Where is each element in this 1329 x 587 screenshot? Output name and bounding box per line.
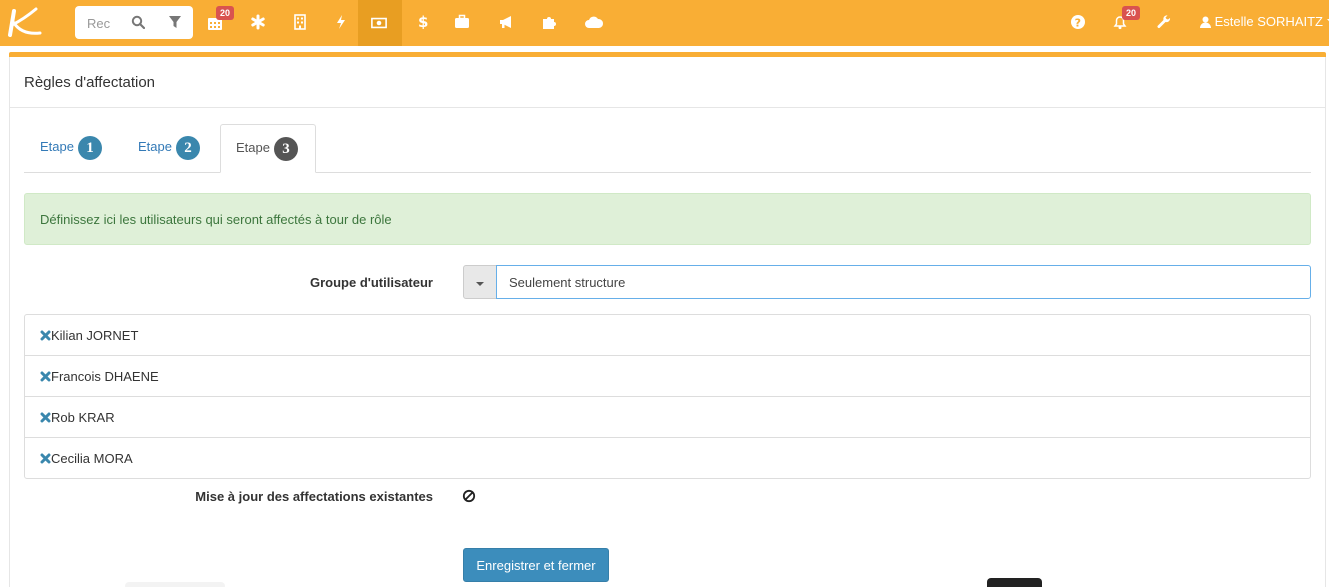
list-item: Francois DHAENE <box>25 356 1310 397</box>
briefcase-icon[interactable] <box>454 14 470 30</box>
panel-divider <box>10 107 1325 108</box>
remove-icon[interactable] <box>40 453 51 464</box>
tab-step-badge: 2 <box>176 136 200 160</box>
user-group-input[interactable] <box>496 265 1311 299</box>
bolt-icon[interactable] <box>333 14 349 30</box>
user-menu[interactable]: Estelle SORHAITZ <box>1200 14 1329 29</box>
save-and-close-button[interactable]: Enregistrer et fermer <box>463 548 609 582</box>
user-name: Francois DHAENE <box>51 369 159 384</box>
user-name: Cecilia MORA <box>51 451 133 466</box>
page-title: Règles d'affectation <box>24 74 156 91</box>
search-box <box>75 6 193 39</box>
decorative-shadow <box>125 582 225 587</box>
tab-step-1[interactable]: Etape 1 <box>24 124 120 173</box>
info-alert: Définissez ici les utilisateurs qui sero… <box>24 193 1311 245</box>
assigned-users-list: Kilian JORNET Francois DHAENE Rob KRAR C… <box>24 314 1311 479</box>
user-name: Estelle SORHAITZ <box>1214 14 1323 29</box>
tab-label: Etape <box>138 139 172 154</box>
search-input[interactable] <box>87 14 119 32</box>
remove-icon[interactable] <box>40 330 51 341</box>
user-group-dropdown-button[interactable] <box>463 265 497 299</box>
notifications-badge: 20 <box>1122 6 1141 20</box>
tab-step-badge: 3 <box>274 137 298 161</box>
remove-icon[interactable] <box>40 412 51 423</box>
search-icon[interactable] <box>131 15 145 29</box>
top-navbar: 20 $ ? 20 <box>0 0 1329 46</box>
dollar-icon[interactable]: $ <box>415 13 431 29</box>
update-existing-label: Mise à jour des affectations existantes <box>195 489 433 504</box>
svg-text:$: $ <box>418 13 428 29</box>
money-icon[interactable] <box>371 15 387 31</box>
list-item: Kilian JORNET <box>25 315 1310 356</box>
list-item: Rob KRAR <box>25 397 1310 438</box>
remove-icon[interactable] <box>40 371 51 382</box>
user-group-label: Groupe d'utilisateur <box>310 275 433 290</box>
asterisk-icon[interactable] <box>250 14 266 30</box>
building-icon[interactable] <box>292 14 308 30</box>
tooltip-edge <box>987 578 1042 587</box>
user-name: Rob KRAR <box>51 410 115 425</box>
tab-step-3[interactable]: Etape 3 <box>220 124 316 173</box>
list-item: Cecilia MORA <box>25 438 1310 479</box>
puzzle-icon[interactable] <box>541 14 557 30</box>
question-icon[interactable]: ? <box>1070 14 1086 30</box>
filter-icon[interactable] <box>168 15 182 29</box>
wrench-icon[interactable] <box>1156 14 1172 30</box>
ban-icon[interactable] <box>462 489 476 503</box>
user-name: Kilian JORNET <box>51 328 139 343</box>
bullhorn-icon[interactable] <box>498 14 514 30</box>
tab-step-2[interactable]: Etape 2 <box>122 124 218 173</box>
tab-step-badge: 1 <box>78 136 102 160</box>
calendar-badge: 20 <box>216 6 235 20</box>
caret-down-icon <box>476 282 484 286</box>
tab-label: Etape <box>236 140 270 155</box>
user-icon <box>1200 16 1211 28</box>
logo-icon[interactable] <box>6 5 46 41</box>
cloud-icon[interactable] <box>584 14 604 30</box>
tab-label: Etape <box>40 139 74 154</box>
svg-text:?: ? <box>1075 17 1081 30</box>
